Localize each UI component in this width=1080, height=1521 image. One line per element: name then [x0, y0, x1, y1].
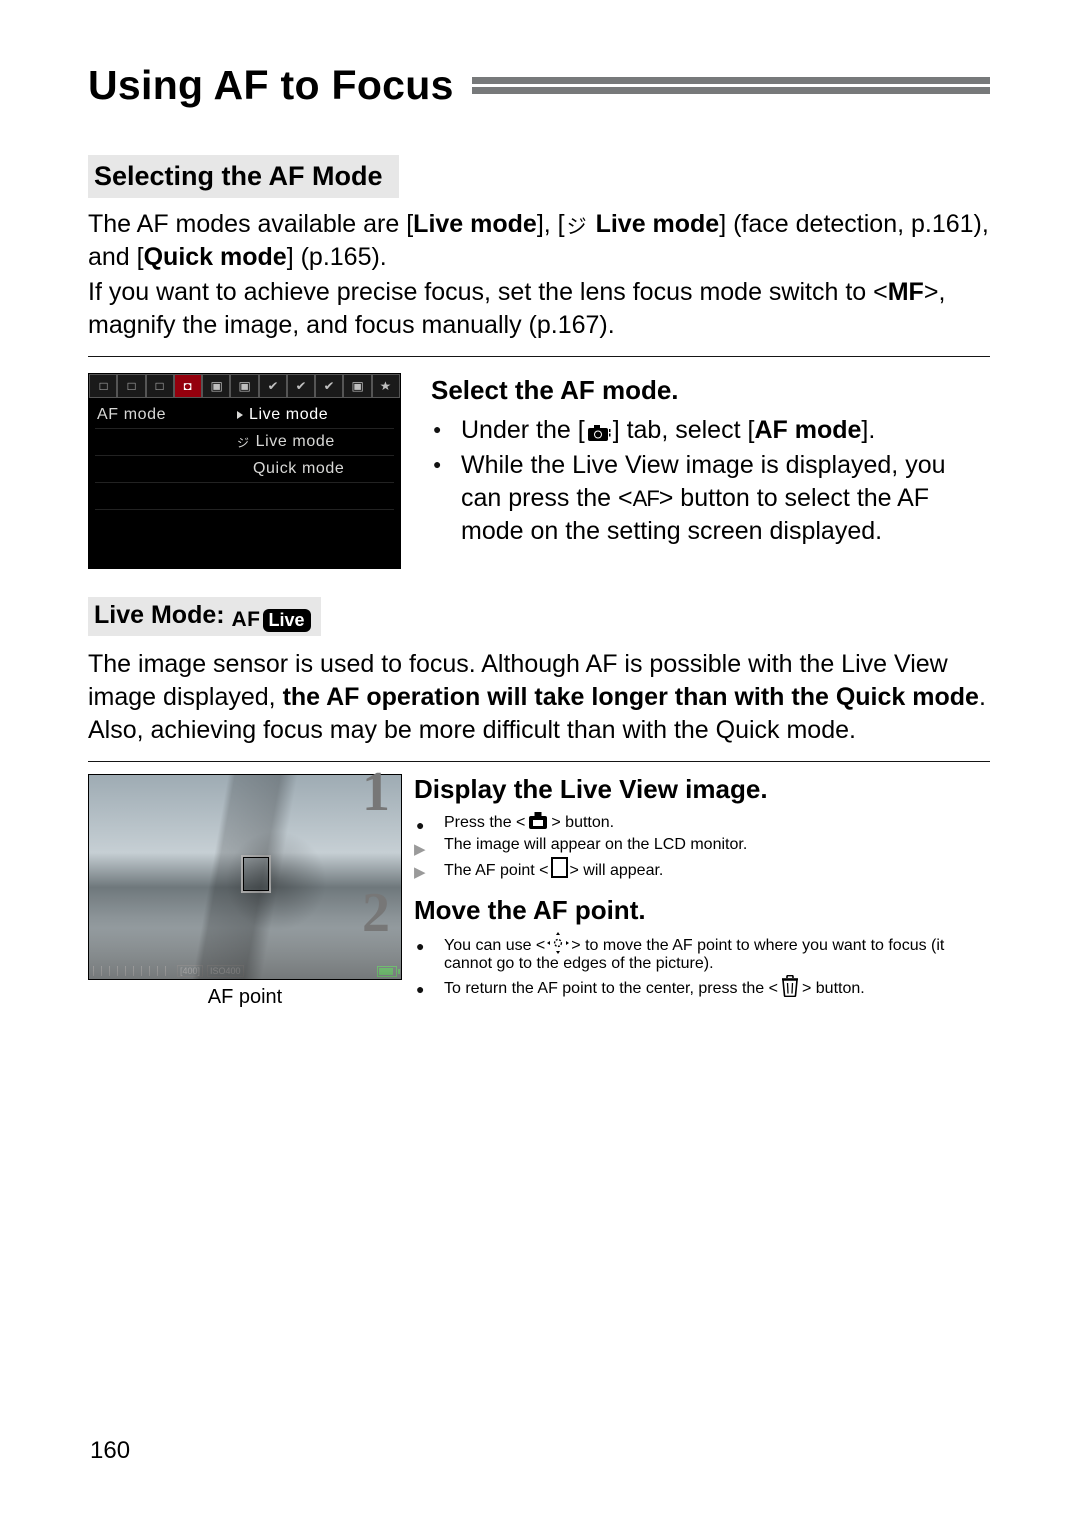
intro-paragraph-1: The AF modes available are [Live mode], … [88, 208, 990, 274]
wrench-tab-icon: ✔ [295, 379, 306, 393]
intro-paragraph-2: If you want to achieve precise focus, se… [88, 276, 990, 342]
af-point-indicator-icon [241, 855, 271, 893]
section-heading-live-mode: Live Mode: AF Live [88, 597, 321, 636]
step1-result-1: The image will appear on the LCD monitor… [414, 834, 990, 855]
menu-tab-bar: □ □ □ ◘ ▣ ▣ ✔ ✔ ✔ ▣ ★ [89, 374, 400, 398]
page-header: Using AF to Focus [88, 62, 990, 109]
bullet-select-af-2: While the Live View image is displayed, … [431, 449, 990, 549]
menu-item-af-mode: AF mode Live mode [95, 402, 394, 429]
live-view-osd: [400] ISO400 [89, 963, 401, 979]
wrench-tab-icon: ✔ [267, 379, 278, 393]
battery-icon [377, 966, 397, 977]
step1-bullet-1: Press the <> button. [414, 811, 990, 832]
divider [88, 761, 990, 762]
step2-bullet-2: To return the AF point to the center, pr… [414, 975, 990, 998]
step-number: 2 [362, 881, 390, 945]
face-icon: ジ [567, 214, 587, 240]
step-number: 1 [362, 760, 390, 824]
step-2: 2 Move the AF point. You can use <> to m… [410, 895, 990, 998]
step-1: 1 Display the Live View image. Press the… [410, 774, 990, 881]
af-point-square-icon [551, 857, 568, 878]
af-point-caption: AF point [88, 986, 402, 1009]
camera-tab-icon: □ [156, 379, 164, 393]
af-live-badge-icon: AF Live [232, 608, 311, 632]
multi-controller-icon [547, 932, 569, 954]
camera-menu-icon [587, 424, 611, 442]
trash-button-icon [780, 975, 800, 997]
selection-marker-icon [237, 411, 243, 419]
custom-tab-icon: ▣ [351, 379, 363, 393]
step1-result-2: The AF point <> will appear. [414, 857, 990, 881]
exposure-scale-icon [93, 966, 173, 976]
camera-tab-icon: □ [99, 379, 107, 393]
af-button-label: AF [633, 486, 659, 511]
page-number: 160 [90, 1437, 130, 1465]
star-tab-icon: ★ [380, 379, 392, 393]
camera-tab-icon: □ [127, 379, 135, 393]
camera-tab-selected-icon: ◘ [184, 379, 192, 393]
live-mode-paragraph: The image sensor is used to focus. Altho… [88, 648, 990, 747]
wrench-tab-icon: ✔ [324, 379, 335, 393]
live-view-photo: [400] ISO400 [88, 774, 402, 980]
section-heading-selecting-af: Selecting the AF Mode [88, 155, 399, 198]
header-rule-icon [472, 77, 990, 94]
osd-iso: ISO400 [207, 965, 244, 977]
bullet-select-af-1: Under the [] tab, select [AF mode]. [431, 414, 990, 447]
menu-item-face-live: ジLive mode [95, 429, 394, 456]
play-tab-icon: ▣ [238, 379, 250, 393]
step-heading: Move the AF point. [414, 895, 990, 926]
step-heading: Display the Live View image. [414, 774, 990, 805]
step-heading-select-af: Select the AF mode. [431, 373, 990, 408]
face-icon: ジ [237, 434, 250, 451]
live-view-button-icon [527, 811, 549, 831]
osd-shots-remaining: [400] [177, 965, 203, 977]
play-tab-icon: ▣ [210, 379, 222, 393]
menu-screenshot: □ □ □ ◘ ▣ ▣ ✔ ✔ ✔ ▣ ★ AF mode Live mode [88, 373, 401, 569]
menu-item-quick-mode: Quick mode [95, 456, 394, 483]
step2-bullet-1: You can use <> to move the AF point to w… [414, 932, 990, 973]
page-title: Using AF to Focus [88, 62, 454, 109]
divider [88, 356, 990, 357]
